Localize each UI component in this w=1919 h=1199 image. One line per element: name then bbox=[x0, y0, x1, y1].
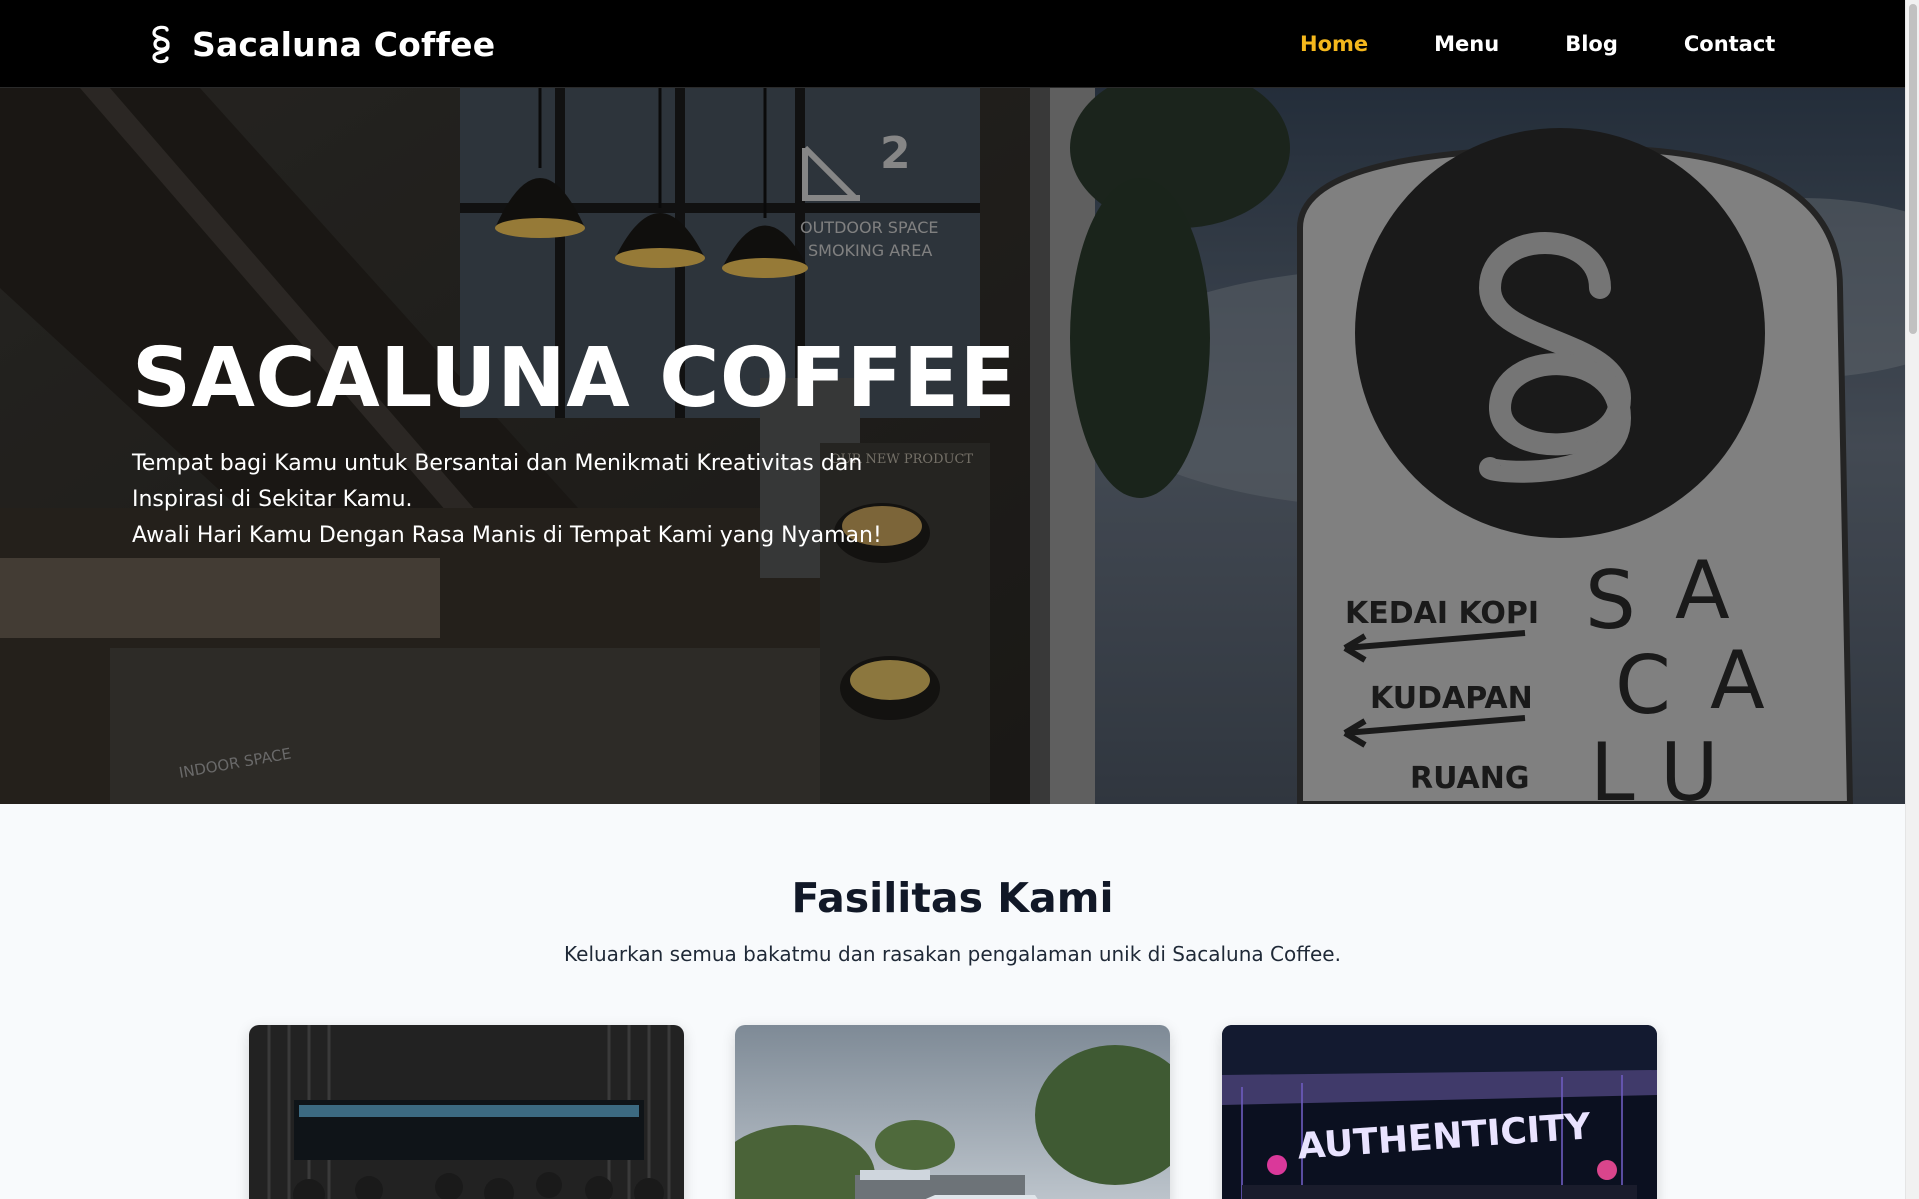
hero-title: SACALUNA COFFEE bbox=[132, 331, 1017, 426]
page-scrollbar[interactable] bbox=[1905, 0, 1919, 1199]
facilities-section: Fasilitas Kami Keluarkan semua bakatmu d… bbox=[0, 804, 1905, 1199]
facilities-subtitle: Keluarkan semua bakatmu dan rasakan peng… bbox=[564, 942, 1341, 966]
sacaluna-logo-icon bbox=[152, 25, 170, 64]
hero-text-line1: Tempat bagi Kamu untuk Bersantai dan Men… bbox=[132, 451, 863, 512]
live-music-stage-photo-icon: AUTHENTICITY bbox=[1222, 1025, 1657, 1199]
hero-section: 2 OUTDOOR SPACE SMOKING AREA INDOOR SPAC… bbox=[0, 88, 1905, 804]
nav-link-home[interactable]: Home bbox=[1300, 32, 1368, 56]
facility-card-outdoor[interactable] bbox=[735, 1025, 1170, 1199]
outdoor-garden-photo-icon bbox=[735, 1025, 1170, 1199]
brand-name: Sacaluna Coffee bbox=[192, 24, 496, 64]
nav-link-contact[interactable]: Contact bbox=[1684, 32, 1776, 56]
navbar: Sacaluna Coffee Home Menu Blog Contact bbox=[0, 0, 1905, 88]
hero-content: SACALUNA COFFEE Tempat bagi Kamu untuk B… bbox=[132, 338, 1032, 554]
nav-link-blog[interactable]: Blog bbox=[1565, 32, 1618, 56]
nav-links: Home Menu Blog Contact bbox=[1300, 0, 1775, 88]
hero-description: Tempat bagi Kamu untuk Bersantai dan Men… bbox=[132, 446, 922, 554]
brand[interactable]: Sacaluna Coffee bbox=[148, 0, 495, 88]
scrollbar-thumb[interactable] bbox=[1909, 4, 1917, 334]
facility-card-stage[interactable]: AUTHENTICITY bbox=[1222, 1025, 1657, 1199]
indoor-hall-photo-icon bbox=[249, 1025, 684, 1199]
facility-card-indoor[interactable] bbox=[249, 1025, 684, 1199]
facilities-title: Fasilitas Kami bbox=[791, 874, 1114, 922]
hero-text-line2: Awali Hari Kamu Dengan Rasa Manis di Tem… bbox=[132, 523, 882, 548]
nav-link-menu[interactable]: Menu bbox=[1434, 32, 1499, 56]
